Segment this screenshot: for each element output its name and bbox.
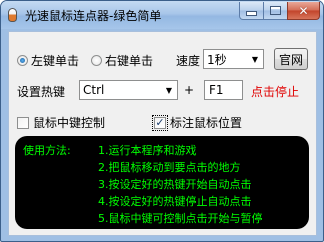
checkbox-middle-control-label: 鼠标中键控制 bbox=[33, 116, 106, 130]
radio-right-click-label: 右键单击 bbox=[105, 54, 154, 68]
instruction-step: 5.鼠标中键可控制点击开始与暂停 bbox=[98, 212, 263, 225]
hotkey-modifier-select[interactable]: Ctrl ▼ bbox=[79, 80, 178, 100]
instruction-step: 3.按设定好的热键开始自动点击 bbox=[98, 178, 252, 191]
plus-sign: + bbox=[184, 83, 195, 97]
minimize-button[interactable] bbox=[239, 2, 264, 20]
hotkey-status[interactable]: 点击停止 bbox=[251, 83, 299, 100]
radio-left-click-label: 左键单击 bbox=[31, 54, 80, 68]
speed-select[interactable]: 1秒 ▼ bbox=[203, 49, 264, 69]
checkbox-mark-position-label: 标注鼠标位置 bbox=[170, 116, 243, 130]
maximize-icon bbox=[270, 6, 281, 15]
close-icon: ✕ bbox=[298, 3, 309, 18]
window-title: 光速鼠标连点器-绿色简单 bbox=[25, 9, 162, 23]
maximize-button[interactable] bbox=[263, 2, 288, 20]
checkbox-mark-position-box[interactable]: ✓ bbox=[152, 114, 168, 131]
hotkey-modifier-value: Ctrl bbox=[83, 83, 105, 97]
speed-select-value: 1秒 bbox=[207, 52, 227, 67]
minimize-icon bbox=[246, 11, 257, 16]
instruction-step: 2.把鼠标移动到要点击的地方 bbox=[98, 161, 241, 174]
speed-label: 速度 bbox=[176, 54, 201, 68]
checkbox-middle-control-box[interactable] bbox=[17, 116, 29, 129]
chevron-down-icon[interactable]: ▼ bbox=[161, 81, 177, 99]
instructions-panel: 使用方法: 1.运行本程序和游戏 2.把鼠标移动到要点击的地方 3.按设定好的热… bbox=[15, 136, 309, 229]
chevron-down-icon[interactable]: ▼ bbox=[247, 50, 263, 68]
title-bar[interactable]: 光速鼠标连点器-绿色简单 ✕ bbox=[1, 1, 323, 29]
checkbox-middle-control[interactable]: 鼠标中键控制 bbox=[17, 114, 105, 131]
instructions-heading: 使用方法: bbox=[23, 144, 71, 157]
app-window: 光速鼠标连点器-绿色简单 ✕ 左键单击 右键单击 速度 1秒 ▼ 官网 设置热键 bbox=[0, 0, 324, 242]
website-button[interactable]: 官网 bbox=[274, 48, 308, 70]
mouse-icon[interactable] bbox=[8, 8, 17, 22]
instruction-step: 1.运行本程序和游戏 bbox=[98, 144, 197, 157]
main-panel: 左键单击 右键单击 速度 1秒 ▼ 官网 设置热键 Ctrl ▼ + F1 点击… bbox=[8, 31, 317, 236]
radio-right-click[interactable]: 右键单击 bbox=[91, 52, 153, 69]
checkbox-mark-position[interactable]: ✓ 标注鼠标位置 bbox=[152, 114, 243, 131]
radio-left-click-indicator[interactable] bbox=[17, 55, 28, 66]
instruction-step: 4.按设定好的热键停止自动点击 bbox=[98, 195, 252, 208]
hotkey-label: 设置热键 bbox=[17, 85, 66, 99]
hotkey-key-input[interactable]: F1 bbox=[204, 80, 243, 100]
radio-right-click-indicator[interactable] bbox=[91, 55, 102, 66]
radio-left-click[interactable]: 左键单击 bbox=[17, 52, 79, 69]
close-button[interactable]: ✕ bbox=[287, 2, 320, 20]
